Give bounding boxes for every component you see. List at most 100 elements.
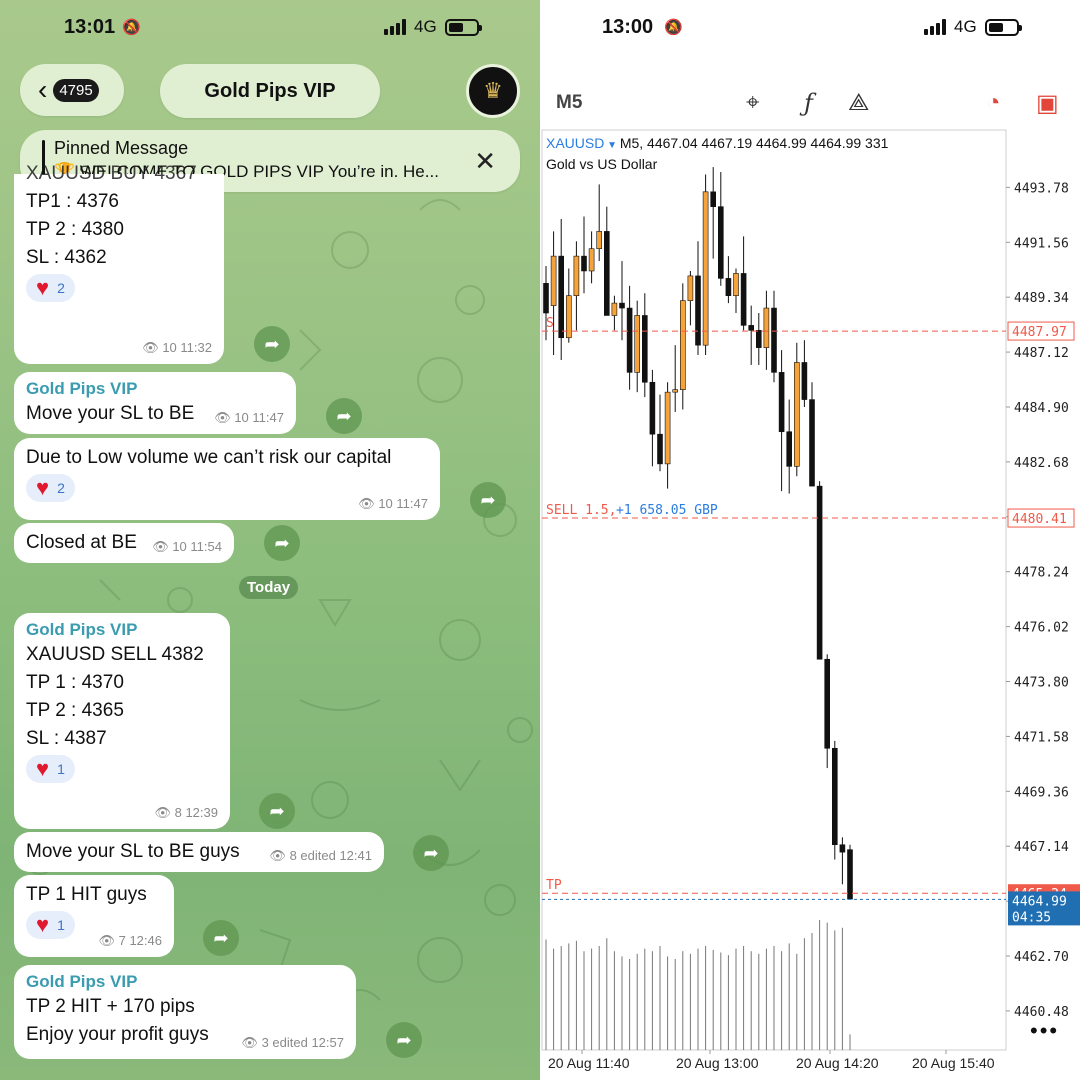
candle-body — [763, 307, 770, 348]
share-arrow-icon: ➦ — [213, 927, 229, 948]
reaction-chip[interactable]: ♥ 1 — [26, 755, 75, 783]
y-tick-label: 4491.56 — [1014, 236, 1069, 251]
candle-body — [604, 231, 610, 316]
message-bubble[interactable]: Move your SL to BE guys 👁 8 edited 12:41 — [14, 832, 384, 872]
y-tick-label: 4482.68 — [1014, 456, 1069, 471]
message-meta: 👁 10 11:47 — [358, 496, 428, 512]
status-time: 13:01 — [64, 15, 116, 38]
candle-body — [748, 325, 754, 331]
eye-icon: 👁 — [269, 848, 286, 863]
eye-icon: 👁 — [142, 340, 159, 355]
message-text-line: TP 2 HIT + 170 pips — [26, 996, 195, 1017]
eye-icon: 👁 — [152, 539, 169, 554]
message-bubble[interactable]: Gold Pips VIP XAUUSD SELL 4382 TP 1 : 4370… — [14, 613, 230, 829]
candle-body — [611, 302, 618, 316]
y-tick-label: 4462.70 — [1014, 950, 1069, 965]
message-bubble[interactable]: Gold Pips VIP Move your SL to BE 👁 10 11:4… — [14, 372, 296, 434]
eye-icon: 👁 — [358, 496, 375, 511]
forward-button[interactable]: ➦ — [326, 398, 362, 434]
message-sender[interactable]: Gold Pips VIP — [26, 619, 218, 641]
message-bubble[interactable]: Due to Low volume we can’t risk our capi… — [14, 438, 440, 520]
forward-button[interactable]: ➦ — [470, 482, 506, 518]
candle-body — [588, 248, 595, 272]
message-text-line: TP1 : 4376 — [26, 191, 119, 212]
candle-body — [725, 278, 732, 296]
bar-timer: 04:35 — [1012, 910, 1051, 925]
share-arrow-icon: ➦ — [396, 1029, 412, 1050]
y-tick-label: 4489.34 — [1014, 291, 1069, 306]
view-count: 8 — [174, 805, 182, 820]
telegram-chat-panel: 13:01 🔕 4G ‹ 4795 Gold Pips VIP ♛ Pinned… — [0, 0, 540, 1080]
back-button[interactable]: ‹ 4795 — [20, 64, 124, 116]
candle-body — [664, 391, 671, 465]
candle-body — [824, 658, 831, 749]
y-tick-label: 4484.90 — [1014, 401, 1069, 416]
candle-body — [710, 191, 716, 207]
message-text-line: XAUUSD SELL 4382 — [26, 644, 204, 665]
candle-body — [839, 844, 846, 853]
candle-body — [809, 399, 815, 487]
heart-icon: ♥ — [36, 275, 50, 300]
crown-icon: ♛ — [483, 78, 503, 103]
message-time: 11:54 — [190, 539, 222, 554]
more-button[interactable]: ••• — [1030, 1018, 1059, 1044]
network-label: 4G — [414, 17, 437, 36]
forward-button[interactable]: ➦ — [264, 525, 300, 561]
forward-button[interactable]: ➦ — [203, 920, 239, 956]
reaction-count: 1 — [57, 917, 65, 933]
channel-avatar[interactable]: ♛ — [466, 64, 520, 118]
y-tick-label: 4476.02 — [1014, 621, 1069, 636]
chat-title[interactable]: Gold Pips VIP — [160, 64, 380, 118]
forward-button[interactable]: ➦ — [259, 793, 295, 829]
ohlc-readout: M5, 4467.04 4467.19 4464.99 4464.99 331 — [619, 135, 889, 151]
share-arrow-icon: ➦ — [423, 842, 439, 863]
message-sender[interactable]: Gold Pips VIP — [26, 378, 284, 400]
reaction-count: 1 — [57, 761, 65, 777]
message-bubble[interactable]: Gold Pips VIP TP 2 HIT + 170 pips Enjoy yo… — [14, 965, 356, 1059]
forward-button[interactable]: ➦ — [413, 835, 449, 871]
reaction-chip[interactable]: ♥ 2 — [26, 474, 75, 502]
forward-button[interactable]: ➦ — [254, 326, 290, 362]
reaction-count: 2 — [57, 480, 65, 496]
message-bubble[interactable]: Closed at BE 👁 10 11:54 — [14, 523, 234, 563]
position-profit-label: +1 658.05 GBP — [616, 503, 718, 518]
candle-body — [695, 275, 701, 346]
reaction-chip[interactable]: ♥ 1 — [26, 911, 75, 939]
message-time: 11:47 — [252, 410, 284, 425]
message-bubble[interactable]: XAUUSD BUY 4367 TP1 : 4376 TP 2 : 4380 SL :… — [14, 163, 224, 364]
date-separator: Today — [239, 576, 299, 599]
reaction-count: 2 — [57, 280, 65, 296]
candle-body — [581, 255, 587, 272]
candle-body — [550, 255, 557, 306]
close-icon[interactable]: ✕ — [474, 146, 496, 177]
candle-body — [831, 747, 838, 846]
view-count: 10 — [162, 340, 177, 355]
message-time: 12:39 — [185, 805, 218, 820]
signal-icon — [384, 19, 406, 35]
message-bubble[interactable]: TP 1 HIT guys ♥ 1 👁 7 12:46 — [14, 875, 174, 957]
price-badge-text-sell: 4480.41 — [1012, 512, 1067, 527]
message-time: edited 12:41 — [300, 848, 372, 863]
level-label-sl: S — [546, 316, 554, 331]
message-meta: 👁 8 12:39 — [154, 805, 218, 821]
x-tick-label: 20 Aug 11:40 — [548, 1055, 630, 1071]
candle-body — [740, 273, 747, 326]
message-time: 11:47 — [396, 496, 428, 511]
share-arrow-icon: ➦ — [480, 489, 496, 510]
eye-icon: 👁 — [154, 805, 171, 820]
message-sender[interactable]: Gold Pips VIP — [26, 971, 344, 993]
message-text-line: TP 2 : 4365 — [26, 700, 124, 721]
candle-body — [702, 191, 709, 346]
candle-body — [596, 231, 603, 250]
candle-body — [573, 255, 580, 296]
chart-header: XAUUSD ▼ M5, 4467.04 4467.19 4464.99 446… — [546, 135, 889, 172]
forward-button[interactable]: ➦ — [386, 1022, 422, 1058]
reaction-chip[interactable]: ♥ 2 — [26, 274, 75, 302]
candle-body — [794, 362, 800, 467]
symbol-label[interactable]: XAUUSD — [546, 135, 604, 151]
message-text-line: Due to Low volume we can’t risk our capi… — [26, 447, 392, 468]
view-count: 3 — [261, 1035, 269, 1050]
message-text-line: TP 1 HIT guys — [26, 884, 147, 905]
unread-count-badge: 4795 — [53, 78, 99, 102]
eye-icon: 👁 — [98, 933, 115, 948]
